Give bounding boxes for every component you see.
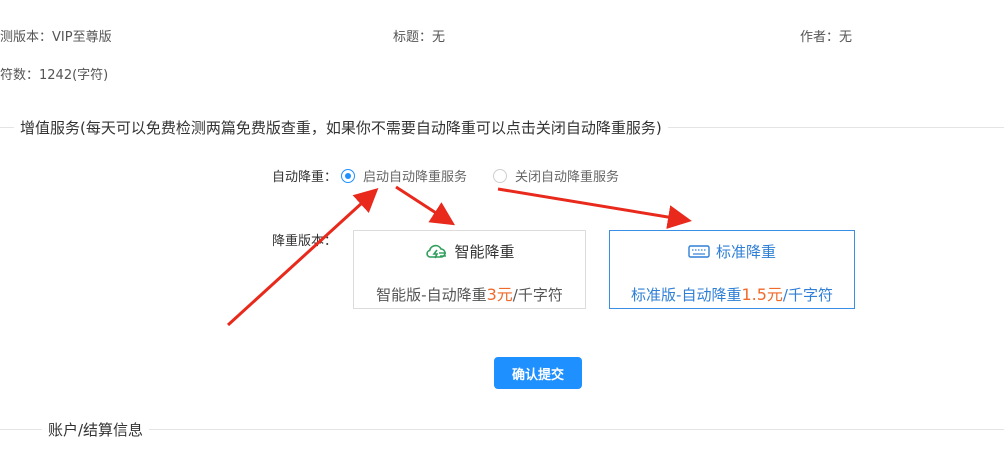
account-section-title: 账户/结算信息 <box>42 419 150 440</box>
account-divider <box>0 429 1004 430</box>
confirm-submit-button[interactable]: 确认提交 <box>494 357 582 389</box>
arrow-to-smart-card <box>395 185 456 226</box>
arrow-to-enable-radio <box>226 187 379 327</box>
arrow-to-standard-card <box>497 187 692 229</box>
